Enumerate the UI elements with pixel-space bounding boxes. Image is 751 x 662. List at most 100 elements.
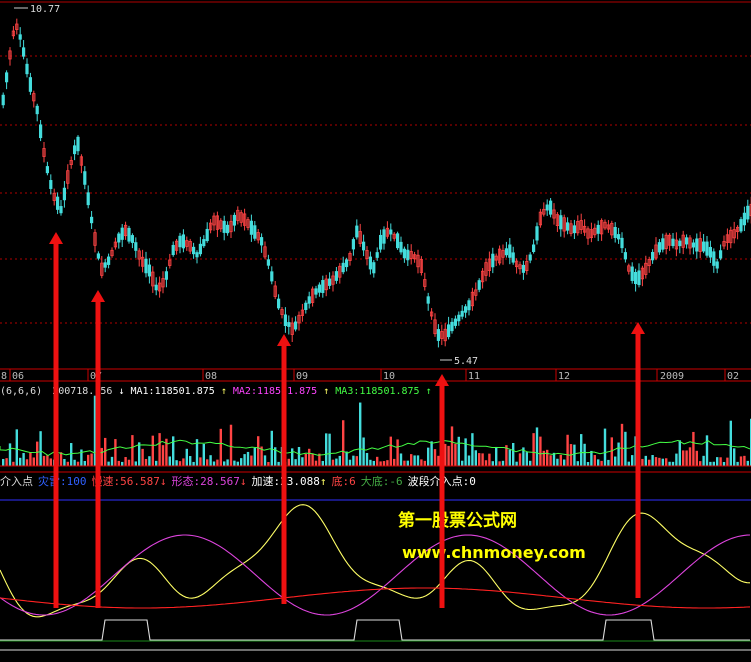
candle-body: [378, 234, 383, 250]
candle-body: [90, 216, 94, 224]
volume-bar: [236, 461, 239, 466]
volume-bar: [525, 452, 528, 466]
indicator-item: ↑: [320, 475, 327, 488]
volume-bar: [121, 461, 124, 466]
candle-body: [28, 77, 33, 92]
volume-bar: [277, 461, 280, 466]
indicator-item: 灾雷:100: [38, 474, 87, 488]
volume-bar: [471, 433, 474, 466]
candle-body: [678, 240, 682, 247]
volume-bar: [87, 454, 90, 466]
volume-bar: [658, 457, 661, 466]
candle-body: [545, 204, 549, 211]
candle-body: [715, 261, 719, 269]
candle-body: [266, 259, 271, 266]
volume-bar: [352, 455, 355, 466]
candle-body: [491, 253, 495, 268]
volume-bar: [359, 402, 362, 466]
candle-body: [450, 321, 454, 332]
volume-bar: [461, 460, 464, 466]
volume-bar: [19, 457, 22, 466]
volume-bar: [362, 437, 365, 466]
low-price-label: 5.47: [454, 356, 478, 367]
candle-body: [45, 166, 50, 174]
candle-body: [657, 242, 662, 253]
volume-bar: [5, 458, 8, 466]
candle-body: [549, 200, 553, 215]
candle-body: [685, 237, 689, 245]
volume-bar: [743, 455, 746, 466]
candle-body: [446, 324, 451, 338]
candle-body: [86, 192, 90, 206]
candle-body: [671, 238, 675, 247]
volume-bar: [423, 460, 426, 466]
volume-bar: [185, 448, 188, 466]
volume-bar: [416, 455, 420, 466]
volume-bar: [702, 455, 705, 466]
volume-bar: [583, 443, 586, 466]
volume-bar: [22, 453, 25, 466]
candle-body: [399, 241, 403, 253]
ma2-label: MA2:118501.875: [233, 386, 317, 397]
candle-body: [276, 298, 281, 309]
volume-bar: [250, 455, 253, 466]
volume-bar: [488, 453, 491, 466]
volume-bar: [610, 437, 613, 466]
volume-bar: [709, 461, 712, 466]
candle-body: [566, 222, 570, 231]
candle-body: [107, 256, 111, 265]
volume-bar: [563, 459, 566, 466]
volume-bar: [49, 458, 52, 466]
candle-body: [103, 262, 107, 268]
volume-bar: [161, 445, 165, 466]
volume-bar: [518, 453, 522, 466]
volume-bar: [246, 451, 250, 466]
candle-body: [1, 94, 5, 106]
volume-bar: [512, 442, 515, 466]
volume-bar: [172, 436, 175, 466]
candle-body: [355, 225, 359, 238]
volume-bar: [590, 450, 593, 466]
candle-body: [691, 242, 696, 248]
volume-bar: [433, 449, 437, 466]
candle-body: [154, 284, 158, 291]
candle-body: [147, 264, 151, 277]
volume-bar: [148, 456, 151, 466]
ma1-arrow: ↑: [221, 386, 227, 397]
volume-bar: [498, 461, 501, 466]
candle-body: [35, 105, 39, 115]
candle-body: [334, 271, 339, 281]
indicator-item: 形态:28.567: [171, 475, 239, 488]
month-label: 2009: [660, 371, 684, 382]
volume-bar: [76, 461, 80, 466]
indicator-name: 介入点: [0, 475, 33, 488]
volume-bar: [29, 452, 32, 466]
volume-bar: [233, 460, 236, 466]
candle-body: [368, 256, 373, 270]
volume-bar: [192, 461, 195, 466]
candle-body: [596, 224, 600, 234]
candle-body: [426, 296, 430, 304]
month-label: 02: [727, 371, 739, 382]
candle-body: [406, 249, 410, 261]
candle-body: [351, 239, 356, 250]
volume-value: 200718.156: [52, 386, 112, 397]
volume-bar: [651, 455, 654, 466]
candle-body: [453, 318, 458, 326]
volume-bar: [151, 435, 154, 466]
volume-bar: [216, 459, 219, 466]
volume-bar: [314, 460, 318, 466]
volume-params: (6,6,6): [0, 386, 42, 397]
volume-bar: [206, 459, 209, 466]
volume-bar: [546, 449, 549, 466]
volume-bar: [450, 426, 454, 466]
month-label: 12: [558, 371, 570, 382]
volume-bar: [736, 461, 739, 466]
volume-bar: [508, 449, 511, 466]
volume-bar: [8, 443, 12, 466]
indicator-item: ↓: [240, 475, 247, 488]
candle-body: [181, 234, 185, 249]
candle-body: [712, 251, 716, 266]
candle-body: [49, 180, 53, 189]
candle-body: [457, 314, 461, 322]
